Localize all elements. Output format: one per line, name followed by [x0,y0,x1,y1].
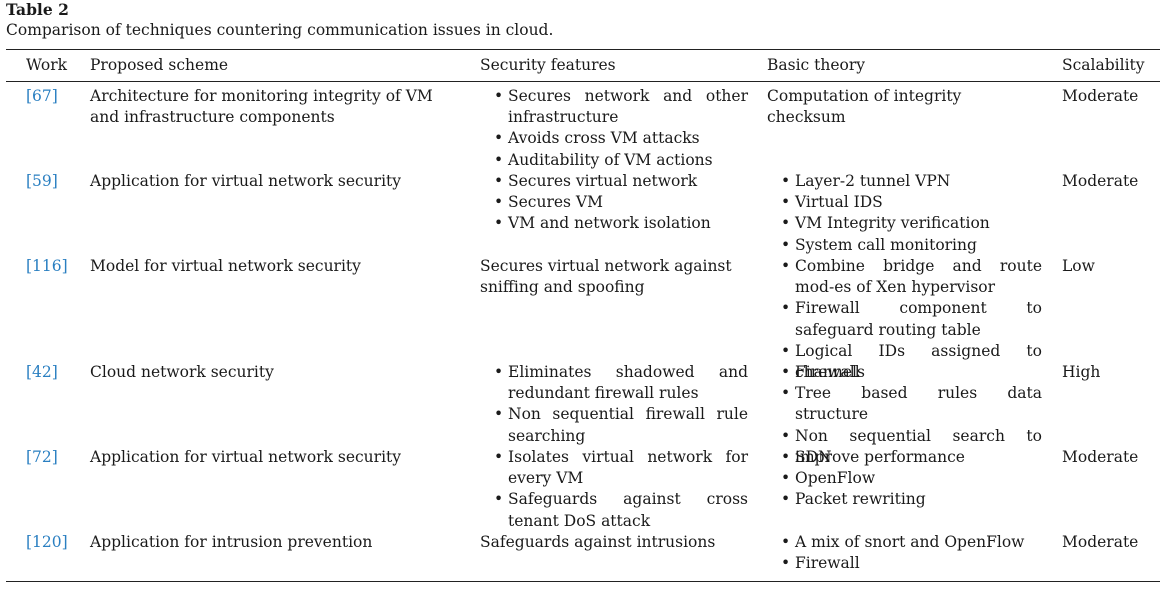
bullet-item: Firewall [767,553,1042,574]
cell-text: Cloud network security [90,363,274,381]
header-security-features: Security features [480,56,616,74]
cell-text: Model for virtual network security [90,257,361,275]
bullet-list: Secures network and other infrastructure… [480,86,748,171]
bullet-item: System call monitoring [767,235,1042,256]
citation-link[interactable]: [42] [26,362,76,383]
header-proposed-scheme: Proposed scheme [90,56,229,74]
cell-text: Moderate [1062,448,1139,466]
cell-security-features: Secures network and other infrastructure… [480,86,748,171]
bullet-list: Layer-2 tunnel VPNVirtual IDSVM Integrit… [767,171,1042,256]
bullet-list: Secures virtual networkSecures VMVM and … [480,171,748,235]
bullet-item: Combine bridge and route mod-es of Xen h… [767,256,1042,298]
cell-text: Architecture for monitoring integrity of… [90,87,433,127]
cell-work[interactable]: [59] [26,171,76,192]
cell-text: Computation of integrity checksum [767,87,962,127]
cell-proposed-scheme: Cloud network security [90,362,465,383]
bullet-item: Packet rewriting [767,489,1042,510]
cell-text: Moderate [1062,172,1139,190]
header-basic-theory: Basic theory [767,56,866,74]
bullet-item: Isolates virtual network for every VM [480,447,748,489]
cell-security-features: Secures virtual network against sniffing… [480,256,748,298]
cell-scalability: Low [1062,256,1162,277]
cell-work[interactable]: [67] [26,86,76,107]
bullet-item: Tree based rules data structure [767,383,1042,425]
bullet-item: Layer-2 tunnel VPN [767,171,1042,192]
cell-scalability: Moderate [1062,86,1162,107]
citation-link[interactable]: [59] [26,171,76,192]
cell-text: High [1062,363,1101,381]
bullet-item: A mix of snort and OpenFlow [767,532,1042,553]
bullet-item: Auditability of VM actions [480,150,748,171]
header-rule [6,81,1160,82]
bullet-item: Secures virtual network [480,171,748,192]
citation-link[interactable]: [72] [26,447,76,468]
cell-text: Application for intrusion prevention [90,533,373,551]
cell-work[interactable]: [116] [26,256,76,277]
bullet-item: OpenFlow [767,468,1042,489]
cell-text: Moderate [1062,87,1139,105]
cell-text: Moderate [1062,533,1139,551]
bullet-item: Avoids cross VM attacks [480,128,748,149]
bullet-list: A mix of snort and OpenFlowFirewall [767,532,1042,575]
cell-security-features: Isolates virtual network for every VMSaf… [480,447,748,532]
top-rule [6,49,1160,51]
cell-basic-theory: Layer-2 tunnel VPNVirtual IDSVM Integrit… [767,171,1042,256]
bullet-item: Eliminates shadowed and redundant firewa… [480,362,748,404]
cell-security-features: Safeguards against intrusions [480,532,748,553]
bullet-item: SDN [767,447,1042,468]
cell-proposed-scheme: Architecture for monitoring integrity of… [90,86,465,128]
cell-security-features: Secures virtual networkSecures VMVM and … [480,171,748,235]
bottom-rule [6,581,1160,583]
cell-text: Secures virtual network against sniffing… [480,257,732,297]
cell-text: Application for virtual network security [90,172,402,190]
cell-scalability: Moderate [1062,532,1162,553]
bullet-item: Secures VM [480,192,748,213]
bullet-item: VM Integrity verification [767,213,1042,234]
cell-proposed-scheme: Application for virtual network security [90,171,465,192]
cell-scalability: Moderate [1062,447,1162,468]
cell-basic-theory: Computation of integrity checksum [767,86,1042,128]
cell-security-features: Eliminates shadowed and redundant firewa… [480,362,748,447]
bullet-item: Firewall [767,362,1042,383]
bullet-item: VM and network isolation [480,213,748,234]
bullet-list: SDNOpenFlowPacket rewriting [767,447,1042,511]
bullet-item: Safeguards against cross tenant DoS atta… [480,489,748,531]
bullet-list: Isolates virtual network for every VMSaf… [480,447,748,532]
citation-link[interactable]: [116] [26,256,76,277]
header-work: Work [26,56,68,74]
cell-work[interactable]: [42] [26,362,76,383]
cell-text: Safeguards against intrusions [480,533,716,551]
cell-scalability: High [1062,362,1162,383]
table-caption: Table 2 Comparison of techniques counter… [6,0,1156,40]
table-description: Comparison of techniques countering comm… [6,21,554,39]
cell-text: Application for virtual network security [90,448,402,466]
cell-text: Low [1062,257,1095,275]
bullet-item: Non sequential firewall rule searching [480,404,748,446]
header-scalability: Scalability [1062,56,1145,74]
citation-link[interactable]: [120] [26,532,76,553]
bullet-item: Firewall component to safeguard routing … [767,298,1042,340]
bullet-list: Eliminates shadowed and redundant firewa… [480,362,748,447]
citation-link[interactable]: [67] [26,86,76,107]
bullet-item: Virtual IDS [767,192,1042,213]
table-label: Table 2 [6,0,69,19]
bullet-item: Secures network and other infrastructure [480,86,748,128]
cell-work[interactable]: [72] [26,447,76,468]
cell-proposed-scheme: Application for intrusion prevention [90,532,465,553]
cell-proposed-scheme: Model for virtual network security [90,256,465,277]
cell-proposed-scheme: Application for virtual network security [90,447,465,468]
cell-basic-theory: SDNOpenFlowPacket rewriting [767,447,1042,511]
cell-scalability: Moderate [1062,171,1162,192]
cell-work[interactable]: [120] [26,532,76,553]
cell-basic-theory: A mix of snort and OpenFlowFirewall [767,532,1042,575]
